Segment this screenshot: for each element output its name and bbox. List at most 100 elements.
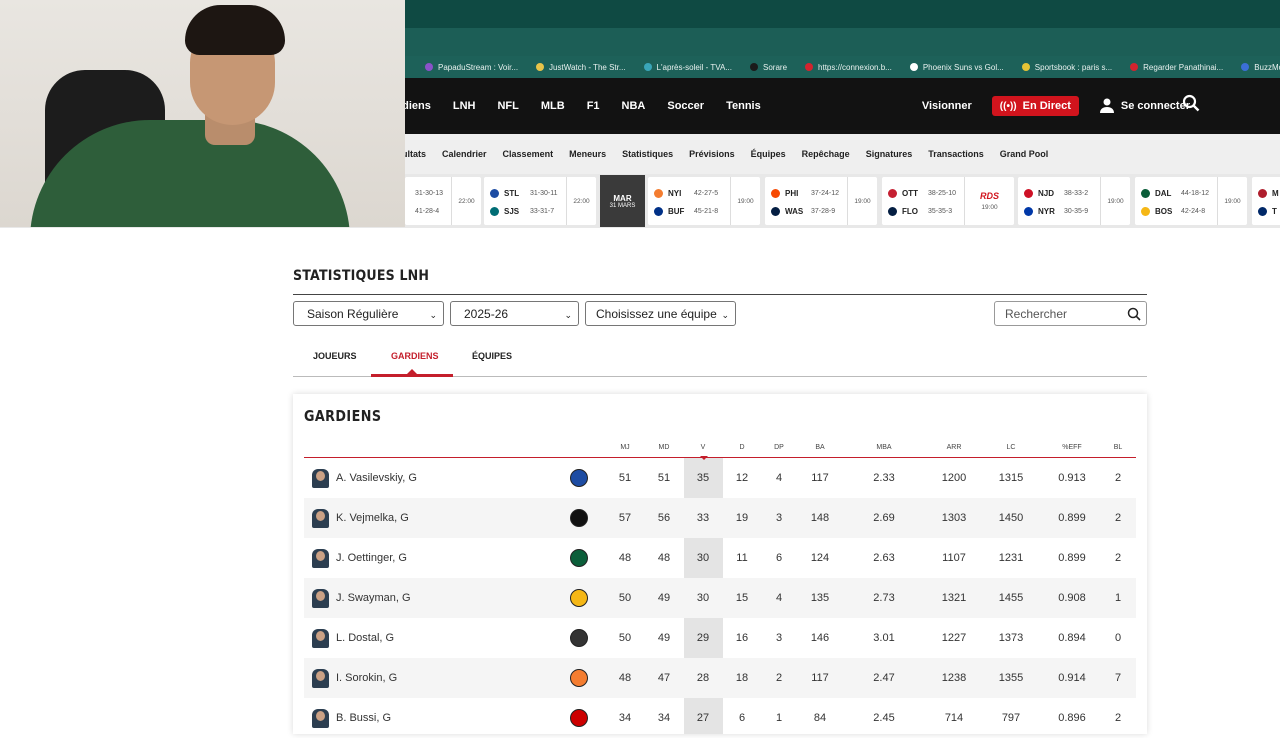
subnav-link[interactable]: Signatures [866, 149, 913, 159]
season-type-select[interactable]: Saison Régulière ⌄ [293, 301, 444, 326]
scoreboard-date[interactable]: MAR 31 MARS [600, 175, 645, 227]
stat-cell: 0.914 [1058, 672, 1086, 684]
player-name[interactable]: K. Vejmelka, G [336, 512, 409, 524]
search-field[interactable]: Rechercher [994, 301, 1147, 326]
bookmark-item[interactable]: Phoenix Suns vs Gol... [909, 63, 1004, 72]
subnav-link[interactable]: Meneurs [569, 149, 606, 159]
bookmark-item[interactable]: JustWatch - The Str... [536, 63, 626, 72]
player-name[interactable]: B. Bussi, G [336, 712, 391, 724]
subnav-link[interactable]: Prévisions [689, 149, 735, 159]
league-link[interactable]: NBA [622, 100, 646, 112]
league-link[interactable]: Tennis [726, 100, 761, 112]
search-icon[interactable] [1127, 307, 1141, 321]
stat-cell: 117 [811, 672, 829, 684]
subnav-link[interactable]: Classement [503, 149, 554, 159]
watch-link[interactable]: Visionner [922, 100, 972, 112]
subnav-link[interactable]: Grand Pool [1000, 149, 1049, 159]
player-name[interactable]: J. Oettinger, G [336, 552, 407, 564]
stat-cell: 50 [618, 592, 632, 604]
subnav-link[interactable]: Transactions [928, 149, 984, 159]
scoreboard-game[interactable]: NJD 38-33-2 NYR 30-35-9 19:00 [1018, 177, 1130, 225]
league-link[interactable]: Soccer [667, 100, 704, 112]
table-row[interactable]: I. Sorokin, G 48 47 28 18 2 117 2.47 1238 1355 0.9… [304, 658, 1136, 698]
header-search-icon[interactable] [1182, 94, 1200, 112]
table-row[interactable]: J. Oettinger, G 48 48 30 11 6 124 2.63 1107 1231 0… [304, 538, 1136, 578]
player-name[interactable]: J. Swayman, G [336, 592, 411, 604]
stat-cell: 1 [775, 712, 783, 724]
bookmark-favicon-icon [1130, 63, 1139, 71]
stat-cell: 2 [1114, 552, 1122, 564]
player-name[interactable]: I. Sorokin, G [336, 672, 397, 684]
table-row[interactable]: A. Vasilevskiy, G 51 51 35 12 4 117 2.33 1200 131… [304, 458, 1136, 498]
team-select[interactable]: Choisissez une équipe ⌄ [585, 301, 736, 326]
team-logo-icon [654, 206, 663, 216]
column-header[interactable]: V [693, 444, 713, 451]
column-header[interactable]: MJ [615, 444, 635, 451]
player-name[interactable]: L. Dostal, G [336, 632, 394, 644]
stat-cell: 1107 [942, 552, 966, 564]
bookmark-item[interactable]: BuzzMonclick - Le... [1241, 63, 1280, 72]
scoreboard-game[interactable]: OTT 38-25-10 FLO 35-35-3 RDS 19:00 [882, 177, 1014, 225]
column-header[interactable]: BL [1108, 444, 1128, 451]
stat-cell: 84 [813, 712, 827, 724]
table-row[interactable]: K. Vejmelka, G 57 56 33 19 3 148 2.69 1303 1450 0.… [304, 498, 1136, 538]
table-row[interactable]: B. Bussi, G 34 34 27 6 1 84 2.45 714 797 0.896 2 [304, 698, 1136, 738]
league-link[interactable]: MLB [541, 100, 565, 112]
live-button[interactable]: ((•)) En Direct [991, 96, 1079, 116]
player-avatar [312, 589, 329, 608]
scoreboard-game[interactable]: DAL 44-18-12 BOS 42-24-8 19:00 [1135, 177, 1247, 225]
subnav-link[interactable]: ultats [402, 149, 426, 159]
bookmark-label: https://connexion.b... [818, 62, 892, 72]
stat-cell: 29 [696, 632, 710, 644]
scoreboard-game[interactable]: 31-30-13 41-28-4 22:00 [405, 177, 481, 225]
team-logo-icon [771, 188, 780, 198]
table-row[interactable]: L. Dostal, G 50 49 29 16 3 146 3.01 1227 1373 0.89… [304, 618, 1136, 658]
column-header[interactable]: D [732, 444, 752, 451]
scoreboard-game[interactable]: PHI 37-24-12 WAS 37-28-9 19:00 [765, 177, 877, 225]
bookmark-label: BuzzMonclick - Le... [1254, 62, 1280, 72]
stat-cell: 3.01 [873, 632, 895, 644]
stat-cell: 2.63 [873, 552, 895, 564]
bookmark-item[interactable]: PapaduStream : Voir... [425, 63, 518, 72]
bookmark-item[interactable]: Regarder Panathinai... [1130, 63, 1223, 72]
team-record: 41-28-4 [415, 207, 440, 215]
column-header[interactable]: DP [769, 444, 789, 451]
bookmark-item[interactable]: L'après-soleil - TVA... [643, 63, 732, 72]
stat-cell: 0.899 [1058, 512, 1086, 524]
column-header[interactable]: MBA [874, 444, 894, 451]
subnav-link[interactable]: Repêchage [802, 149, 850, 159]
subnav-link[interactable]: Statistiques [622, 149, 673, 159]
subnav-link[interactable]: Calendrier [442, 149, 487, 159]
column-header[interactable]: LC [1001, 444, 1021, 451]
player-name[interactable]: A. Vasilevskiy, G [336, 472, 417, 484]
stat-cell: 0.899 [1058, 552, 1086, 564]
scoreboard-game[interactable]: MT [1252, 177, 1280, 225]
column-header[interactable]: %EFF [1062, 444, 1082, 451]
column-header[interactable]: MD [654, 444, 674, 451]
bookmark-favicon-icon [1021, 63, 1030, 71]
scoreboard-game[interactable]: NYI 42-27-5 BUF 45-21-8 19:00 [648, 177, 760, 225]
team-record: 30-35-9 [1064, 207, 1089, 215]
bookmark-item[interactable]: Sorare [750, 63, 787, 72]
tab-equipes[interactable]: ÉQUIPES [472, 351, 512, 361]
team-abbr: BUF [668, 206, 685, 216]
column-header[interactable]: BA [810, 444, 830, 451]
bookmark-item[interactable]: https://connexion.b... [805, 63, 892, 72]
stat-cell: 2 [1114, 512, 1122, 524]
table-row[interactable]: J. Swayman, G 50 49 30 15 4 135 2.73 1321 1455 0.9… [304, 578, 1136, 618]
bookmark-item[interactable]: Sportsbook : paris s... [1021, 63, 1112, 72]
league-link[interactable]: F1 [587, 100, 600, 112]
season-select[interactable]: 2025-26 ⌄ [450, 301, 579, 326]
login-link[interactable]: Se connecter [1099, 97, 1190, 116]
league-link[interactable]: LNH [453, 100, 476, 112]
stat-cell: 51 [618, 472, 632, 484]
tab-joueurs[interactable]: JOUEURS [313, 351, 357, 361]
league-link[interactable]: NFL [497, 100, 518, 112]
title-divider [293, 294, 1147, 295]
scoreboard-game[interactable]: STL 31-30-11 SJS 33-31-7 22:00 [484, 177, 596, 225]
stat-cell: 714 [944, 712, 964, 724]
subnav-link[interactable]: Équipes [751, 149, 786, 159]
stat-cell: 16 [735, 632, 749, 644]
tab-gardiens[interactable]: GARDIENS [391, 351, 439, 361]
column-header[interactable]: ARR [944, 444, 964, 451]
